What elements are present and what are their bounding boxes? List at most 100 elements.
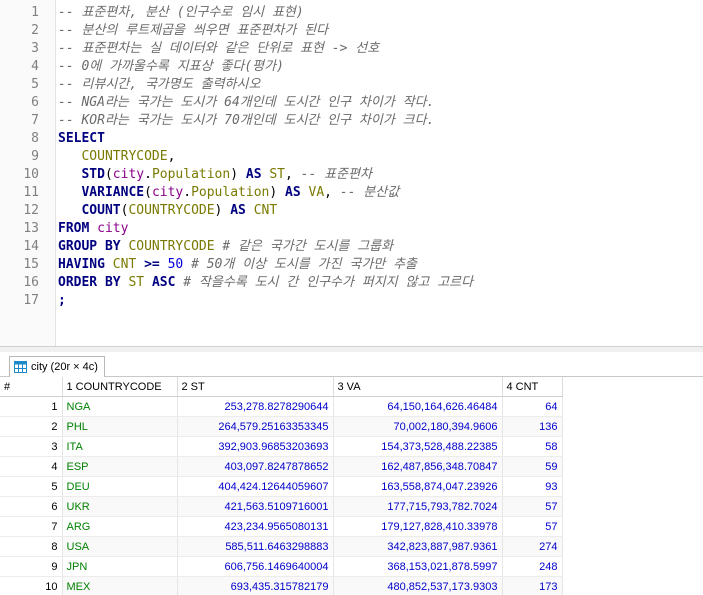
cell-va[interactable]: 162,487,856,348.70847	[333, 456, 503, 477]
cell-va[interactable]: 154,373,528,488.22385	[333, 436, 503, 457]
cell-cnt[interactable]: 136	[502, 416, 563, 437]
sql-editor[interactable]: 1 2 3 4 5 6 7 8 9 10 11 12 13 14 15 16 17 -- 표준편차, 분산 (인…	[0, 0, 703, 346]
table-grid-icon	[14, 361, 27, 373]
table-row[interactable]: 1 NGA 253,278.8278290644 64,150,164,626.464…	[0, 396, 563, 417]
code-line[interactable]: -- 분산의 루트제곱을 씌우면 표준편차가 된다	[58, 22, 328, 40]
cell-st[interactable]: 403,097.8247878652	[177, 456, 334, 477]
code-token: VARIANCE	[81, 185, 145, 200]
cell-cnt[interactable]: 64	[502, 396, 563, 417]
cell-cnt[interactable]: 173	[502, 576, 563, 595]
row-number: 5	[0, 476, 63, 497]
cell-st[interactable]: 392,903.96853203693	[177, 436, 334, 457]
code-token: COUNTRYCODE	[128, 239, 215, 254]
line-number: 13	[23, 221, 39, 236]
cell-cnt[interactable]: 93	[502, 476, 563, 497]
code-line[interactable]: -- NGA라는 국가는 도시가 64개인데 도시간 인구 차이가 작다.	[58, 94, 434, 112]
code-token: # 같은 국가간 도시를 그룹화	[222, 239, 394, 254]
cell-va[interactable]: 368,153,021,878.5997	[333, 556, 503, 577]
code-token: ,	[324, 185, 340, 200]
cell-cnt[interactable]: 274	[502, 536, 563, 557]
code-token: .	[144, 167, 152, 182]
cell-countrycode[interactable]: PHL	[62, 416, 178, 437]
cell-countrycode[interactable]: ARG	[62, 516, 178, 537]
code-token: COUNT	[81, 203, 121, 218]
table-row[interactable]: 8 USA 585,511.6463298883 342,823,887,987.93…	[0, 536, 563, 557]
code-line[interactable]: -- 표준편차는 실 데이터와 같은 단위로 표현 -> 선호	[58, 40, 379, 58]
table-row[interactable]: 10 MEX 693,435.315782179 480,852,537,173.93…	[0, 576, 563, 595]
cell-countrycode[interactable]: UKR	[62, 496, 178, 517]
cell-countrycode[interactable]: JPN	[62, 556, 178, 577]
code-line[interactable]: COUNTRYCODE,	[58, 148, 175, 166]
result-grid[interactable]: # 1 COUNTRYCODE 2 ST 3 VA 4 CNT 1 NGA 253,…	[0, 377, 703, 595]
result-tab-bar: city (20r × 4c)	[0, 352, 703, 377]
cell-st[interactable]: 585,511.6463298883	[177, 536, 334, 557]
table-row[interactable]: 5 DEU 404,424.12644059607 163,558,874,047.2…	[0, 476, 563, 497]
line-number: 16	[23, 275, 39, 290]
table-row[interactable]: 3 ITA 392,903.96853203693 154,373,528,488.2…	[0, 436, 563, 457]
code-token: -- 분산값	[339, 185, 400, 200]
code-line[interactable]: -- 리뷰시간, 국가명도 출력하시오	[58, 76, 260, 94]
code-line[interactable]: STD(city.Population) AS ST, -- 표준편차	[58, 166, 372, 184]
cell-va[interactable]: 179,127,828,410.33978	[333, 516, 503, 537]
table-row[interactable]: 2 PHL 264,579.25163353345 70,002,180,394.96…	[0, 416, 563, 437]
code-line[interactable]: VARIANCE(city.Population) AS VA, -- 분산값	[58, 184, 399, 202]
cell-va[interactable]: 163,558,874,047.23926	[333, 476, 503, 497]
code-line[interactable]: COUNT(COUNTRYCODE) AS CNT	[58, 202, 277, 220]
cell-st[interactable]: 606,756.1469640004	[177, 556, 334, 577]
cell-va[interactable]: 70,002,180,394.9606	[333, 416, 503, 437]
code-token: # 50개 이상 도시를 가진 국가만 추출	[191, 257, 417, 272]
code-token: -- 리뷰시간, 국가명도 출력하시오	[58, 77, 261, 92]
cell-countrycode[interactable]: MEX	[62, 576, 178, 595]
table-row[interactable]: 9 JPN 606,756.1469640004 368,153,021,878.59…	[0, 556, 563, 577]
cell-cnt[interactable]: 57	[502, 516, 563, 537]
code-line[interactable]: -- 0에 가까울수록 지표상 좋다(평가)	[58, 58, 284, 76]
code-token: FROM	[58, 221, 90, 236]
code-line[interactable]: SELECT	[58, 130, 105, 148]
cell-cnt[interactable]: 59	[502, 456, 563, 477]
cell-st[interactable]: 404,424.12644059607	[177, 476, 334, 497]
code-token: city	[112, 167, 145, 182]
code-line[interactable]: GROUP BY COUNTRYCODE # 같은 국가간 도시를 그룹화	[58, 238, 393, 256]
code-line[interactable]: -- KOR라는 국가는 도시가 70개인데 도시간 인구 차이가 크다.	[58, 112, 434, 130]
cell-countrycode[interactable]: ESP	[62, 456, 178, 477]
cell-va[interactable]: 480,852,537,173.9303	[333, 576, 503, 595]
cell-countrycode[interactable]: DEU	[62, 476, 178, 497]
editor-vertical-scrollbar[interactable]	[695, 0, 703, 346]
cell-st[interactable]: 693,435.315782179	[177, 576, 334, 595]
table-row[interactable]: 6 UKR 421,563.5109716001 177,715,793,782.70…	[0, 496, 563, 517]
code-line[interactable]: ;	[58, 292, 66, 310]
code-token: -- 0에 가까울수록 지표상 좋다(평가)	[58, 59, 284, 74]
cell-st[interactable]: 253,278.8278290644	[177, 396, 334, 417]
code-token: ,	[285, 167, 301, 182]
code-line[interactable]: HAVING CNT >= 50 # 50개 이상 도시를 가진 국가만 추출	[58, 256, 417, 274]
result-tab[interactable]: city (20r × 4c)	[9, 356, 105, 377]
code-token: GROUP BY	[58, 239, 121, 254]
cell-countrycode[interactable]: NGA	[62, 396, 178, 417]
cell-va[interactable]: 177,715,793,782.7024	[333, 496, 503, 517]
column-header-countrycode[interactable]: 1 COUNTRYCODE	[62, 377, 178, 397]
cell-st[interactable]: 421,563.5109716001	[177, 496, 334, 517]
cell-va[interactable]: 64,150,164,626.46484	[333, 396, 503, 417]
column-header-va[interactable]: 3 VA	[333, 377, 503, 397]
table-row[interactable]: 7 ARG 423,234.9565080131 179,127,828,410.33…	[0, 516, 563, 537]
code-line[interactable]: ORDER BY ST ASC # 작을수록 도시 간 인구수가 퍼지지 않고 …	[58, 274, 473, 292]
cell-va[interactable]: 342,823,887,987.9361	[333, 536, 503, 557]
column-header-cnt[interactable]: 4 CNT	[502, 377, 563, 397]
column-header-st[interactable]: 2 ST	[177, 377, 334, 397]
code-token: ;	[58, 293, 66, 308]
cell-countrycode[interactable]: ITA	[62, 436, 178, 457]
cell-countrycode[interactable]: USA	[62, 536, 178, 557]
cell-st[interactable]: 264,579.25163353345	[177, 416, 334, 437]
cell-cnt[interactable]: 58	[502, 436, 563, 457]
result-tab-label: city (20r × 4c)	[31, 361, 98, 373]
header-row: # 1 COUNTRYCODE 2 ST 3 VA 4 CNT	[0, 377, 563, 397]
code-token: city	[151, 185, 184, 200]
code-line[interactable]: -- 표준편차, 분산 (인구수로 임시 표현)	[58, 4, 304, 22]
table-row[interactable]: 4 ESP 403,097.8247878652 162,487,856,348.70…	[0, 456, 563, 477]
cell-cnt[interactable]: 57	[502, 496, 563, 517]
code-line[interactable]: FROM city	[58, 220, 128, 238]
line-number: 2	[31, 23, 39, 38]
cell-cnt[interactable]: 248	[502, 556, 563, 577]
cell-st[interactable]: 423,234.9565080131	[177, 516, 334, 537]
